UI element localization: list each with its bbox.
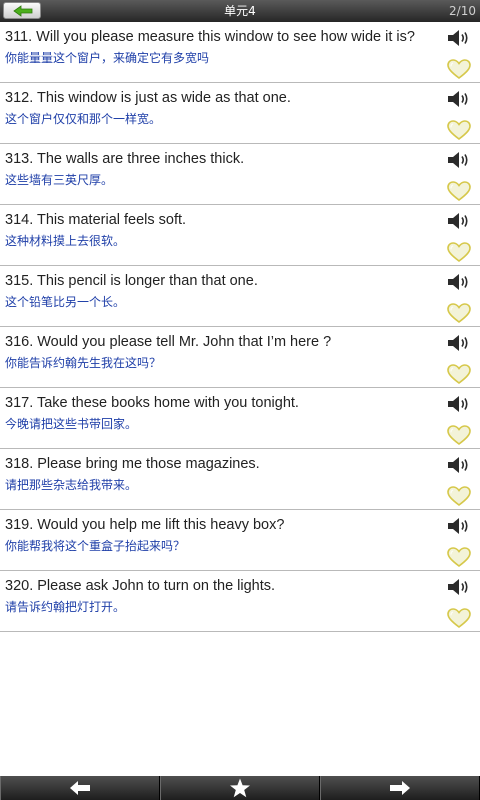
sentence-row[interactable]: 316. Would you please tell Mr. John that… xyxy=(0,327,480,388)
english-sentence: 319. Would you help me lift this heavy b… xyxy=(5,517,285,533)
english-sentence: 317. Take these books home with you toni… xyxy=(5,395,299,411)
title-bar: 单元4 2/10 xyxy=(0,0,480,22)
sentence-list: 311. Will you please measure this window… xyxy=(0,22,480,632)
english-sentence: 312. This window is just as wide as that… xyxy=(5,90,291,106)
sentence-row[interactable]: 314. This material feels soft. 这种材料摸上去很软。 xyxy=(0,205,480,266)
heart-icon[interactable] xyxy=(447,486,471,507)
heart-icon[interactable] xyxy=(447,364,471,385)
speaker-icon[interactable] xyxy=(447,517,471,535)
english-sentence: 318. Please bring me those magazines. xyxy=(5,456,260,472)
speaker-icon[interactable] xyxy=(447,578,471,596)
previous-button[interactable] xyxy=(0,776,160,800)
heart-icon[interactable] xyxy=(447,303,471,324)
speaker-icon[interactable] xyxy=(447,151,471,169)
chinese-translation: 这种材料摸上去很软。 xyxy=(5,234,126,248)
heart-icon[interactable] xyxy=(447,608,471,629)
heart-icon[interactable] xyxy=(447,425,471,446)
english-sentence: 313. The walls are three inches thick. xyxy=(5,151,245,167)
chinese-translation: 请把那些杂志给我带来。 xyxy=(5,478,138,492)
chinese-translation: 你能帮我将这个重盒子抬起来吗？ xyxy=(5,539,186,553)
heart-icon[interactable] xyxy=(447,181,471,202)
chinese-translation: 请告诉约翰把灯打开。 xyxy=(5,600,126,614)
speaker-icon[interactable] xyxy=(447,334,471,352)
page-title: 单元4 xyxy=(224,4,256,18)
speaker-icon[interactable] xyxy=(447,395,471,413)
heart-icon[interactable] xyxy=(447,59,471,80)
chinese-translation: 你能告诉约翰先生我在这吗？ xyxy=(5,356,162,370)
speaker-icon[interactable] xyxy=(447,456,471,474)
page-indicator: 2/10 xyxy=(449,4,476,18)
sentence-row[interactable]: 312. This window is just as wide as that… xyxy=(0,83,480,144)
chinese-translation: 这个窗户仅仅和那个一样宽。 xyxy=(5,112,162,126)
english-sentence: 311. Will you please measure this window… xyxy=(5,29,415,45)
chinese-translation: 这个铅笔比另一个长。 xyxy=(5,295,126,309)
chinese-translation: 今晚请把这些书带回家。 xyxy=(5,417,138,431)
sentence-row[interactable]: 315. This pencil is longer than that one… xyxy=(0,266,480,327)
sentence-row[interactable]: 318. Please bring me those magazines. 请把那… xyxy=(0,449,480,510)
heart-icon[interactable] xyxy=(447,547,471,568)
favorites-button[interactable] xyxy=(160,776,320,800)
sentence-row[interactable]: 313. The walls are three inches thick. 这些… xyxy=(0,144,480,205)
chinese-translation: 这些墙有三英尺厚。 xyxy=(5,173,114,187)
english-sentence: 315. This pencil is longer than that one… xyxy=(5,273,258,289)
bottom-nav-bar xyxy=(0,776,480,800)
next-button[interactable] xyxy=(320,776,480,800)
sentence-row[interactable]: 319. Would you help me lift this heavy b… xyxy=(0,510,480,571)
right-arrow-icon xyxy=(390,781,410,795)
sentence-row[interactable]: 320. Please ask John to turn on the ligh… xyxy=(0,571,480,632)
english-sentence: 320. Please ask John to turn on the ligh… xyxy=(5,578,276,594)
english-sentence: 316. Would you please tell Mr. John that… xyxy=(5,334,332,350)
sentence-row[interactable]: 317. Take these books home with you toni… xyxy=(0,388,480,449)
star-icon xyxy=(230,778,250,798)
english-sentence: 314. This material feels soft. xyxy=(5,212,187,228)
speaker-icon[interactable] xyxy=(447,212,471,230)
speaker-icon[interactable] xyxy=(447,90,471,108)
speaker-icon[interactable] xyxy=(447,29,471,47)
speaker-icon[interactable] xyxy=(447,273,471,291)
heart-icon[interactable] xyxy=(447,242,471,263)
heart-icon[interactable] xyxy=(447,120,471,141)
left-arrow-icon xyxy=(70,781,90,795)
chinese-translation: 你能量量这个窗户，来确定它有多宽吗 xyxy=(5,51,210,65)
sentence-row[interactable]: 311. Will you please measure this window… xyxy=(0,22,480,83)
